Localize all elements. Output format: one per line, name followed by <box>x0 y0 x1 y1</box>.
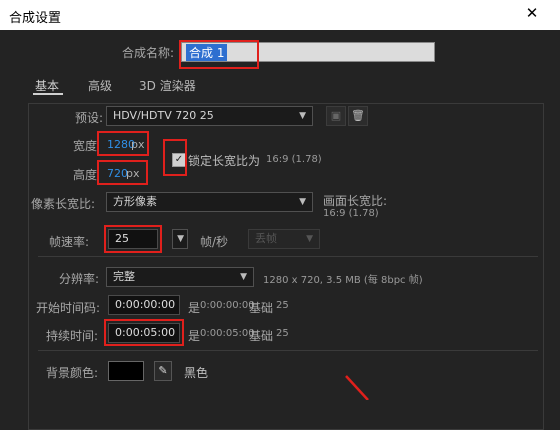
divider <box>38 256 538 257</box>
comp-name-label: 合成名称: <box>122 46 175 60</box>
highlight-comp-name <box>179 40 259 69</box>
highlight-lock-aspect <box>163 139 187 176</box>
preset-dropdown[interactable]: HDV/HDTV 720 25 ▼ <box>106 106 313 126</box>
resolution-dropdown[interactable]: 完整 ▼ <box>106 267 254 287</box>
eyedropper-icon[interactable]: ✎ <box>154 361 172 381</box>
start-base-value: 25 <box>276 300 289 311</box>
frame-aspect-value: 16:9 (1.78) <box>323 208 379 219</box>
pixel-aspect-dropdown[interactable]: 方形像素 ▼ <box>106 192 313 212</box>
frame-rate-dropdown[interactable]: ▼ <box>172 229 188 249</box>
start-base-label: 基础 <box>249 301 274 315</box>
pixel-aspect-label: 像素长宽比: <box>31 197 96 211</box>
active-tab-underline <box>33 93 63 95</box>
annotation-arrow <box>345 375 369 400</box>
bg-color-label: 背景颜色: <box>46 366 99 380</box>
close-icon[interactable]: ✕ <box>522 3 542 23</box>
highlight-duration <box>104 319 184 346</box>
chevron-down-icon: ▼ <box>240 272 247 282</box>
duration-base-value: 25 <box>276 328 289 339</box>
save-preset-icon[interactable]: ▣ <box>326 106 346 126</box>
lock-aspect-ratio: 16:9 (1.78) <box>266 154 322 165</box>
start-timecode-value: 0:00:00:00 <box>115 298 176 311</box>
width-label: 宽度 <box>73 139 98 153</box>
trash-icon[interactable]: 🗑 <box>348 106 368 126</box>
start-timecode-input[interactable]: 0:00:00:00 <box>108 295 180 315</box>
chevron-down-icon: ▼ <box>299 197 306 207</box>
frame-rate-label: 帧速率: <box>49 235 90 249</box>
duration-base-label: 基础 <box>249 329 274 343</box>
bg-color-name: 黑色 <box>184 366 209 380</box>
resolution-info: 1280 x 720, 3.5 MB (每 8bpc 帧) <box>263 275 423 286</box>
chevron-down-icon: ▼ <box>177 234 184 244</box>
tab-basic[interactable]: 基本 <box>35 77 59 94</box>
preset-label: 预设: <box>75 111 104 125</box>
divider <box>38 350 538 351</box>
frame-rate-unit: 帧/秒 <box>200 235 229 249</box>
composition-settings-dialog: 合成名称: 合成 1 基本 高级 3D 渲染器 预设: HDV/HDTV 720… <box>8 30 552 430</box>
start-info-time: 0:00:00:00 <box>200 300 255 311</box>
resolution-label: 分辨率: <box>59 272 100 286</box>
duration-is-label: 是 <box>188 329 201 343</box>
highlight-width <box>97 131 149 156</box>
chevron-down-icon: ▼ <box>306 234 313 244</box>
drop-frame-dropdown[interactable]: 丢帧 ▼ <box>248 229 320 249</box>
highlight-height <box>97 160 148 185</box>
chevron-down-icon: ▼ <box>299 111 306 121</box>
drop-frame-label: 丢帧 <box>255 232 277 245</box>
duration-info-time: 0:00:05:00 <box>200 328 255 339</box>
title-bar: 合成设置 ✕ <box>0 0 560 30</box>
start-timecode-label: 开始时间码: <box>36 301 101 315</box>
window-title: 合成设置 <box>9 11 62 26</box>
lock-aspect-label: 锁定长宽比为 <box>188 154 261 168</box>
bg-color-swatch[interactable] <box>108 361 144 381</box>
highlight-frame-rate <box>104 225 162 253</box>
preset-value: HDV/HDTV 720 25 <box>113 109 214 122</box>
resolution-value: 完整 <box>113 270 135 283</box>
height-label: 高度 <box>73 168 98 182</box>
frame-aspect-label: 画面长宽比: <box>323 194 388 208</box>
duration-label: 持续时间: <box>46 329 99 343</box>
tab-advanced[interactable]: 高级 <box>88 77 112 94</box>
tab-3d-renderer[interactable]: 3D 渲染器 <box>139 77 196 94</box>
start-is-label: 是 <box>188 301 201 315</box>
pixel-aspect-value: 方形像素 <box>113 195 157 208</box>
